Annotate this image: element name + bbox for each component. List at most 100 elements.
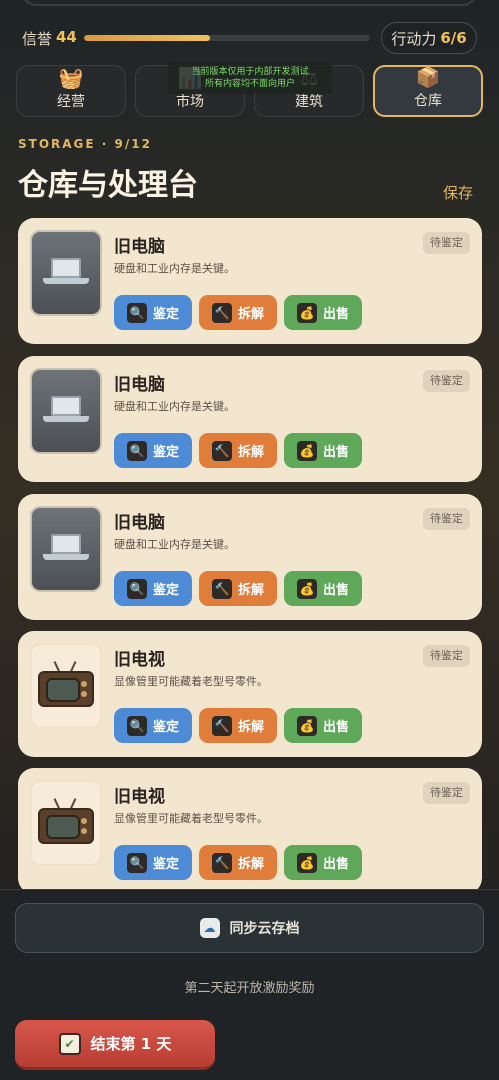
button-label: 拆解 [237,720,264,735]
action-points-value: 6/6 [440,29,467,47]
button-label: 出售 [322,445,349,460]
dev-build-banner: 当前版本仅用于内部开发测试 所有内容均不面向用户 [168,62,332,94]
cloud-sync-icon: ☁ [199,918,220,938]
button-label: 出售 [322,857,349,872]
sell-button[interactable]: 💰 出售 [284,295,362,330]
item-name: 旧电视 [114,787,165,807]
item-card: 旧电视 显像管里可能藏着老型号零件。 待鉴定 🔍 鉴定 🔨 拆解 💰 出售 [18,631,482,757]
tab-label: 建筑 [295,94,323,110]
tab-warehouse[interactable]: 📦 仓库 [373,65,483,117]
item-name: 旧电脑 [114,237,165,257]
inspect-button[interactable]: 🔍 鉴定 [114,845,192,880]
top-frame-edge [22,0,477,6]
sync-label: 同步云存档 [229,921,300,937]
reputation-value: 44 [56,28,77,46]
end-day-label: 结束第 1 天 [90,1035,172,1053]
button-label: 出售 [322,583,349,598]
item-thumbnail [30,643,102,729]
item-card: 旧电脑 硬盘和工业内存是关键。 待鉴定 🔍 鉴定 🔨 拆解 💰 出售 [18,218,482,344]
tab-label: 经营 [57,94,85,110]
hammer-icon: 🔨 [211,440,232,461]
dismantle-button[interactable]: 🔨 拆解 [199,571,277,606]
money-bag-icon: 💰 [296,302,317,323]
hammer-icon: 🔨 [211,715,232,736]
reward-note: 第二天起开放激励奖励 [184,981,315,996]
inspect-button[interactable]: 🔍 鉴定 [114,295,192,330]
status-badge: 待鉴定 [423,232,470,254]
magnifier-icon: 🔍 [126,578,147,599]
tv-icon [36,661,96,711]
item-description: 硬盘和工业内存是关键。 [114,262,235,275]
status-badge: 待鉴定 [423,645,470,667]
item-name: 旧电视 [114,650,165,670]
item-description: 硬盘和工业内存是关键。 [114,538,235,551]
dev-banner-line: 所有内容均不面向用户 [204,79,295,89]
action-points-label: 行动力 [391,29,437,48]
money-bag-icon: 💰 [296,852,317,873]
hammer-icon: 🔨 [211,578,232,599]
item-card: 旧电脑 硬盘和工业内存是关键。 待鉴定 🔍 鉴定 🔨 拆解 💰 出售 [18,494,482,620]
magnifier-icon: 🔍 [126,302,147,323]
button-label: 拆解 [237,583,264,598]
item-thumbnail [30,368,102,454]
item-description: 硬盘和工业内存是关键。 [114,400,235,413]
inspect-button[interactable]: 🔍 鉴定 [114,433,192,468]
button-label: 出售 [322,307,349,322]
dismantle-button[interactable]: 🔨 拆解 [199,845,277,880]
item-name: 旧电脑 [114,375,165,395]
storage-capacity: STORAGE · 9/12 [18,137,152,151]
item-thumbnail [30,230,102,316]
package-icon: 📦 [415,65,441,89]
basket-icon: 🧺 [58,66,84,90]
item-description: 显像管里可能藏着老型号零件。 [114,812,268,825]
dismantle-button[interactable]: 🔨 拆解 [199,433,277,468]
inspect-button[interactable]: 🔍 鉴定 [114,708,192,743]
status-bar: 信誉 44 行动力 6/6 [0,22,499,54]
button-label: 拆解 [237,857,264,872]
laptop-icon [43,534,89,564]
hammer-icon: 🔨 [211,852,232,873]
item-card: 旧电脑 硬盘和工业内存是关键。 待鉴定 🔍 鉴定 🔨 拆解 💰 出售 [18,356,482,482]
money-bag-icon: 💰 [296,715,317,736]
item-card: 旧电视 显像管里可能藏着老型号零件。 待鉴定 🔍 鉴定 🔨 拆解 💰 出售 [18,768,482,894]
end-day-button[interactable]: ✔ 结束第 1 天 [15,1020,215,1070]
money-bag-icon: 💰 [296,440,317,461]
sell-button[interactable]: 💰 出售 [284,433,362,468]
tab-business[interactable]: 🧺 经营 [16,65,126,117]
sync-cloud-save-button[interactable]: ☁ 同步云存档 [15,903,484,953]
button-label: 鉴定 [152,307,179,322]
button-label: 拆解 [237,307,264,322]
laptop-icon [43,258,89,288]
button-label: 鉴定 [152,445,179,460]
calendar-check-icon: ✔ [58,1032,81,1055]
reputation-progress-fill [84,35,210,41]
item-description: 显像管里可能藏着老型号零件。 [114,675,268,688]
item-thumbnail [30,780,102,866]
magnifier-icon: 🔍 [126,852,147,873]
dismantle-button[interactable]: 🔨 拆解 [199,708,277,743]
magnifier-icon: 🔍 [126,440,147,461]
laptop-icon [43,396,89,426]
item-name: 旧电脑 [114,513,165,533]
button-label: 出售 [322,720,349,735]
money-bag-icon: 💰 [296,578,317,599]
inspect-button[interactable]: 🔍 鉴定 [114,571,192,606]
action-points-pill: 行动力 6/6 [381,22,477,54]
dismantle-button[interactable]: 🔨 拆解 [199,295,277,330]
tab-label: 市场 [176,94,204,110]
sell-button[interactable]: 💰 出售 [284,845,362,880]
sell-button[interactable]: 💰 出售 [284,571,362,606]
status-badge: 待鉴定 [423,508,470,530]
save-button[interactable]: 保存 [443,182,473,203]
tv-icon [36,798,96,848]
dev-banner-line: 当前版本仅用于内部开发测试 [191,67,309,77]
button-label: 拆解 [237,445,264,460]
status-badge: 待鉴定 [423,370,470,392]
reputation-label: 信誉 [22,30,53,48]
button-label: 鉴定 [152,857,179,872]
page-title: 仓库与处理台 [18,168,198,203]
sell-button[interactable]: 💰 出售 [284,708,362,743]
button-label: 鉴定 [152,720,179,735]
status-badge: 待鉴定 [423,782,470,804]
button-label: 鉴定 [152,583,179,598]
